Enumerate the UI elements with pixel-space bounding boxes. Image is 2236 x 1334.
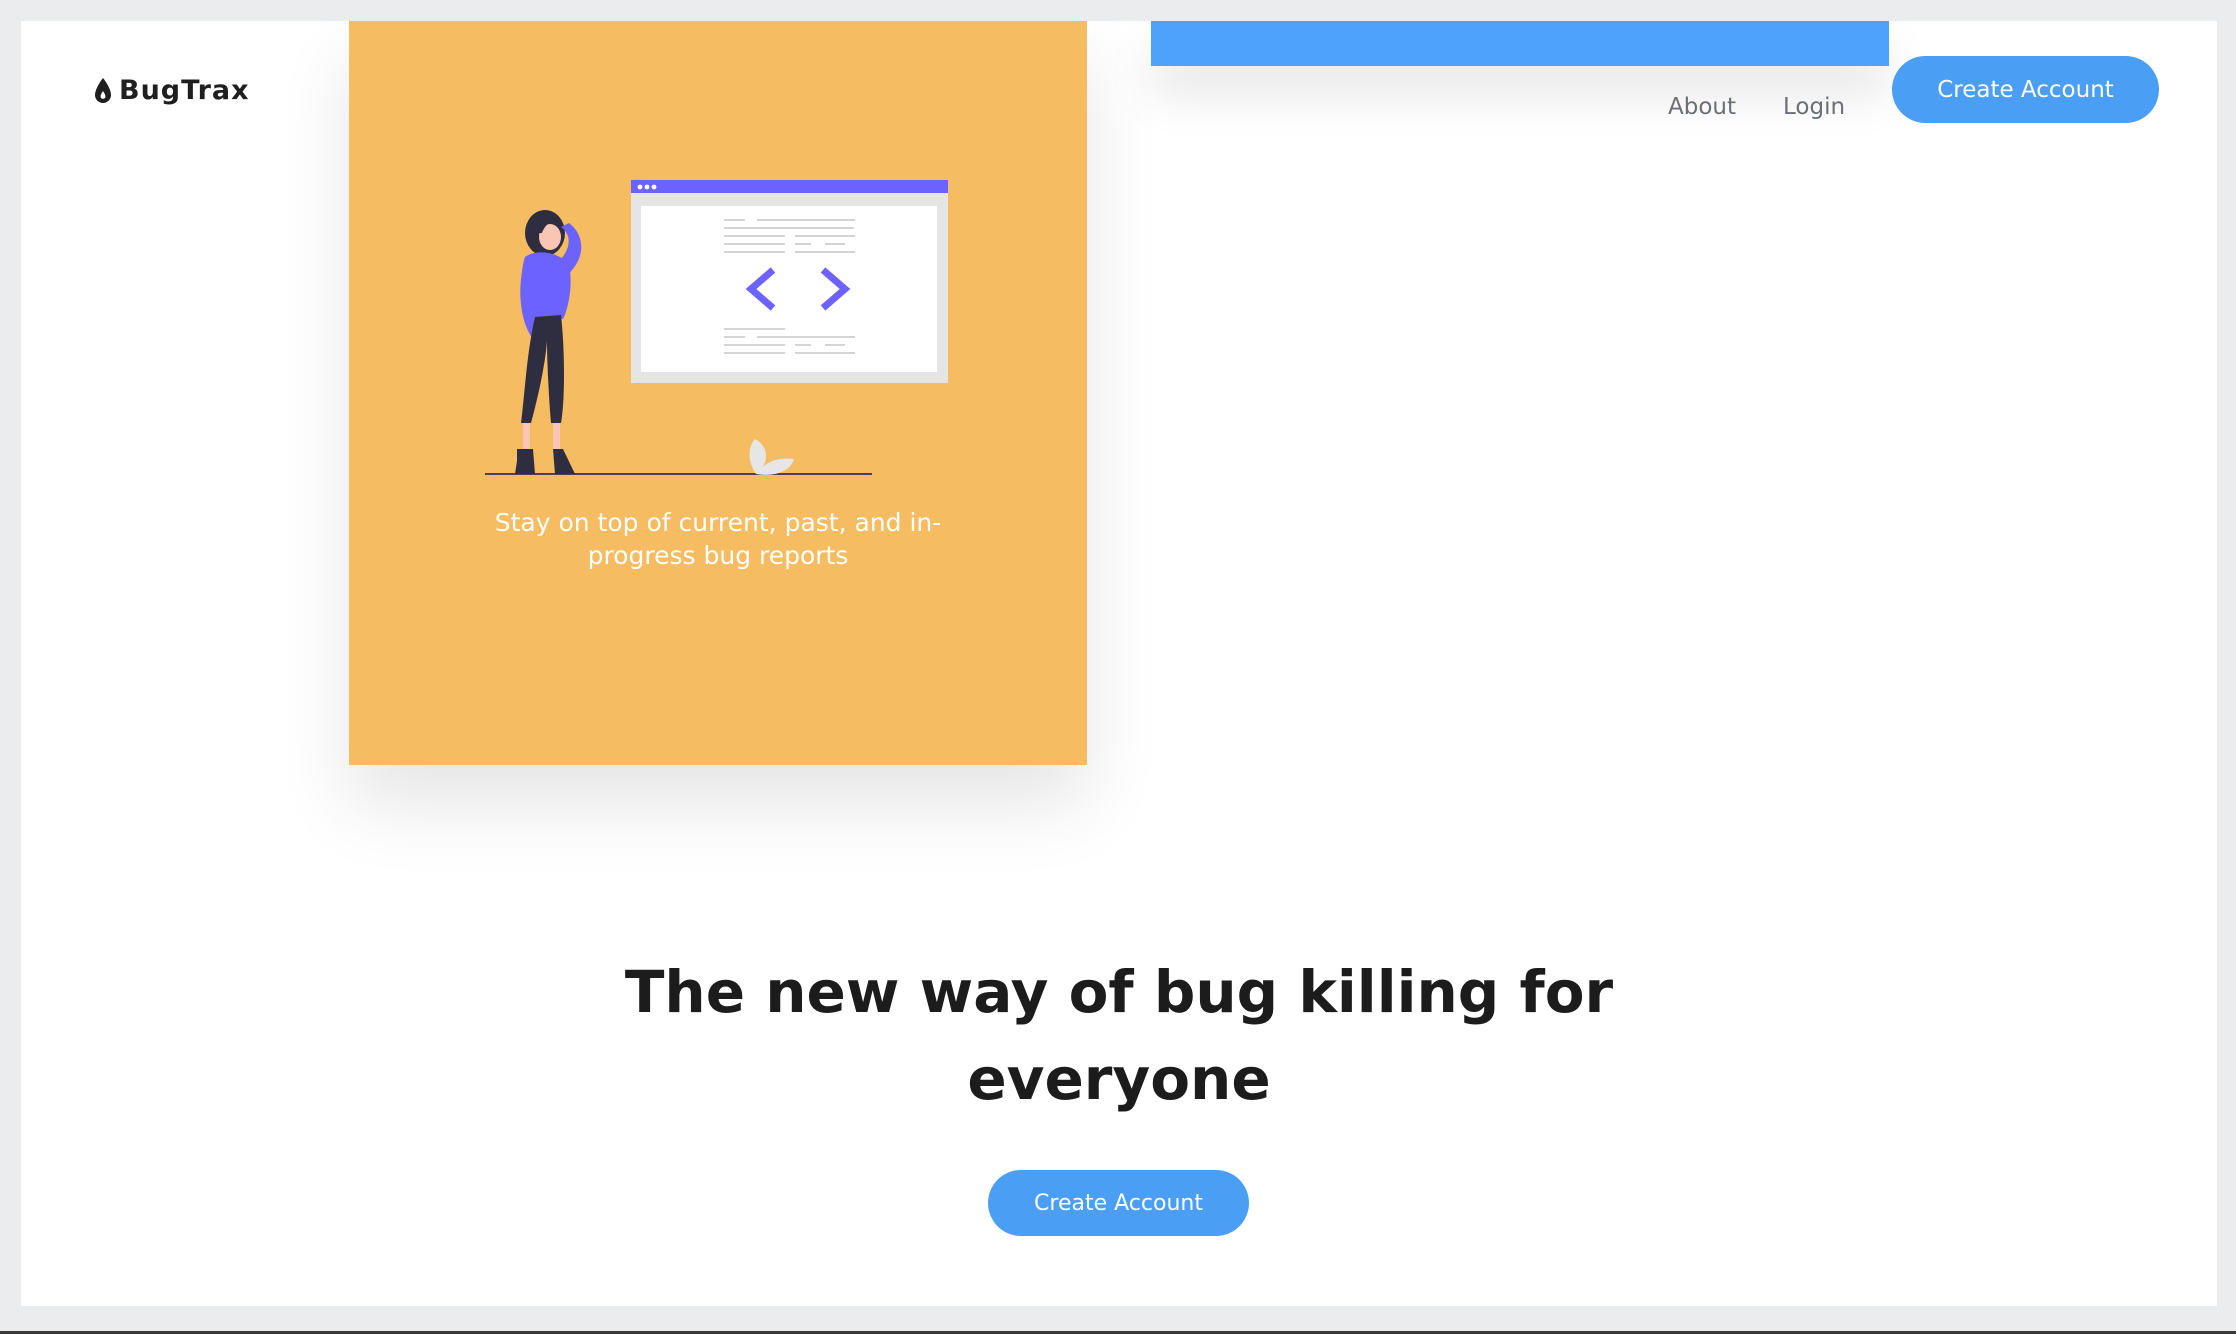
brand-logo[interactable]: BugTrax [93, 75, 250, 106]
nav-about-link[interactable]: About [1668, 94, 1736, 120]
brand-name: BugTrax [119, 75, 250, 106]
landing-page: BugTrax About Login Create Account Stay … [21, 21, 2217, 1306]
feature-card: Stay on top of current, past, and in-pro… [349, 21, 1087, 765]
nav-create-account-button[interactable]: Create Account [1892, 56, 2159, 123]
person-with-code-window-illustration [485, 180, 948, 475]
top-accent-bar [1151, 21, 1889, 66]
feature-card-caption: Stay on top of current, past, and in-pro… [494, 508, 942, 570]
drop-icon [95, 77, 111, 103]
nav-login-link[interactable]: Login [1783, 94, 1845, 120]
hero-title: The new way of bug killing for everyone [624, 958, 1614, 1113]
hero-create-account-button[interactable]: Create Account [988, 1170, 1249, 1236]
